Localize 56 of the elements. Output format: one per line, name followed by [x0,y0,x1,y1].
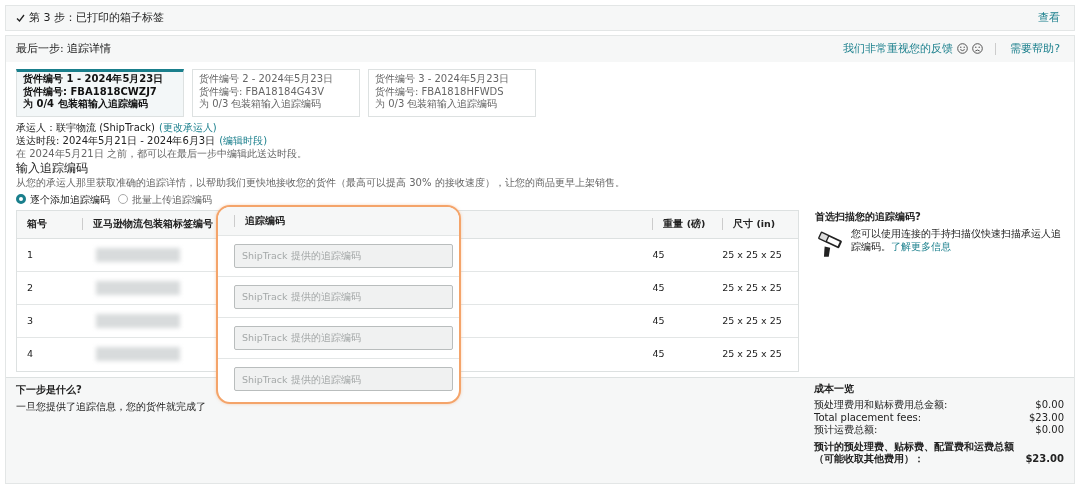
cost-label: 预处理费用和贴标费用总金额: [814,399,948,412]
column-header: 追踪编码 [245,214,285,228]
view-link[interactable]: 查看 [1038,10,1060,26]
table-cell: 25 x 25 x 25 [722,248,782,260]
section-heading: 输入追踪编码 [16,161,88,175]
learn-more-link[interactable]: 了解更多信息 [890,240,951,252]
carrier-text: 承运人：联宇物流 (ShipTrack) [16,121,155,134]
smile-icon[interactable] [957,43,969,55]
next-step-title: 下一步是什么? [16,383,82,395]
next-step-text: 一旦您提供了追踪信息，您的货件就完成了 [16,400,206,412]
column-header: 重量 (磅) [663,218,706,231]
scanner-text: 您可以使用连接的手持扫描仪快速扫描承运人追踪编码。了解更多信息 [850,226,1062,254]
scanner-title: 首选扫描您的追踪编码? [815,210,921,222]
step-title: 第 3 步：已打印的箱子标签 [29,10,164,26]
column-header: 箱号 [27,218,47,231]
table-cell: 25 x 25 x 25 [722,314,782,326]
table-cell: 4 [27,348,34,360]
radio-button[interactable] [16,194,26,205]
column-header: 尺寸 (in) [733,218,776,231]
tracking-input[interactable]: ShipTrack 提供的追踪编码 [234,284,453,309]
shipment-tab[interactable]: 货件编号 2 - 2024年5月23日 货件编号: FBA18184G43V 为 0/3 包装箱输入追踪编码 [192,69,360,117]
table-cell: 2 [27,281,34,293]
tracking-input[interactable]: ShipTrack 提供的追踪编码 [234,243,453,268]
total-amount: $23.00 [1025,453,1064,466]
help-link[interactable]: 需要帮助? [1010,41,1060,57]
table-cell: 45 [652,348,665,360]
cost-label: Total placement fees: [814,411,922,425]
table-cell: 1 [27,248,34,260]
change-carrier-link[interactable]: (更改承运人) [158,121,217,134]
cost-amount: $0.00 [1035,399,1064,412]
edit-window-link[interactable]: (编辑时段) [219,134,268,147]
column-header: 亚马逊物流包装箱标签编号 [92,218,213,231]
cost-amount: $23.00 [1029,411,1064,425]
table-cell: 45 [652,248,665,260]
shipment-tab[interactable]: 货件编号 1 - 2024年5月23日 货件编号: FBA1818CWZJ7 为 0/4 包装箱输入追踪编码 [16,69,184,117]
cost-amount: $0.00 [1035,424,1064,437]
table-cell: 45 [652,281,665,293]
delivery-window-text: 送达时段: 2024年5月21日 - 2024年6月3日 [16,134,216,147]
table-cell: 25 x 25 x 25 [722,281,782,293]
cost-title: 成本一览 [814,382,854,394]
frown-icon[interactable] [972,43,984,55]
table-cell: 3 [27,314,34,326]
panel-title: 最后一步: 追踪详情 [16,41,112,57]
table-cell: 45 [652,314,665,326]
delivery-window-note: 在 2024年5月21日 之前，都可以在最后一步中编辑此送达时段。 [16,148,307,159]
check-icon [16,14,25,22]
section-description: 从您的承运人那里获取准确的追踪详情，以帮助我们更快地接收您的货件（最高可以提高 30% 的接收速度），让您的商品更早上架销售。 [16,176,625,188]
table-cell: 25 x 25 x 25 [722,348,782,360]
radio-label[interactable]: 逐个添加追踪编码 [30,192,110,206]
tracking-input[interactable]: ShipTrack 提供的追踪编码 [234,325,453,350]
feedback-link[interactable]: 我们非常重视您的反馈 [843,41,954,57]
cost-label: 预计运费总额: [814,424,878,437]
tracking-input[interactable]: ShipTrack 提供的追踪编码 [234,367,453,392]
shipment-tab[interactable]: 货件编号 3 - 2024年5月23日 货件编号: FBA1818HFWDS 为 0/3 包装箱输入追踪编码 [368,69,536,117]
total-label: 预计的预处理费、贴标费、配置费和运费总额（可能收取其他费用）： [814,440,1015,466]
radio-label[interactable]: 批量上传追踪编码 [132,192,212,206]
